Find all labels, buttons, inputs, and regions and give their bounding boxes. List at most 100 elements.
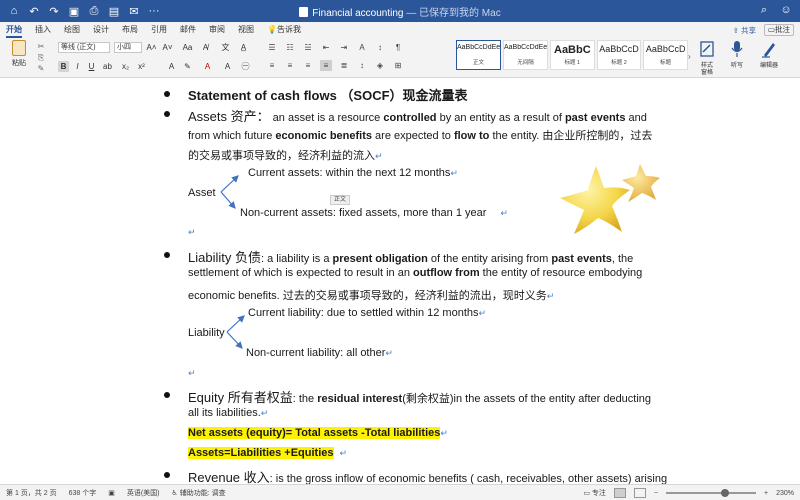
change-case-icon[interactable]: Aa	[182, 42, 193, 53]
paste-button[interactable]: 粘贴	[8, 40, 30, 68]
enclose-characters-icon[interactable]: ㊀	[240, 61, 251, 72]
grow-font-icon[interactable]: A˄	[146, 42, 157, 53]
superscript-button[interactable]: x²	[136, 61, 147, 72]
share-icon: ⇪	[732, 25, 739, 35]
focus-mode[interactable]: ▭ 专注	[583, 488, 606, 498]
chinese-layout-icon[interactable]: A	[356, 42, 368, 53]
highlight-pen-icon[interactable]: ✎	[182, 61, 193, 72]
style-heading-1[interactable]: AaBbC 标题 1	[550, 40, 595, 70]
empty-paragraph: ↵	[188, 368, 196, 378]
character-shading-icon[interactable]: A	[222, 61, 233, 72]
dictate-button[interactable]: 听写	[724, 40, 750, 70]
liability-line-1: Liability 负债: a liability is a present o…	[188, 250, 634, 265]
numbering-icon[interactable]: ☷	[284, 42, 296, 53]
editor-button[interactable]: 编辑器	[756, 40, 782, 70]
tell-me-search[interactable]: 💡告诉我	[267, 22, 301, 38]
search-icon[interactable]: ⌕	[758, 4, 770, 16]
user-icon[interactable]: ☺	[780, 4, 792, 16]
character-border-icon[interactable]: A̲	[238, 42, 249, 53]
comments-button[interactable]: ▭批注	[763, 24, 794, 36]
align-center-icon[interactable]: ≡	[284, 60, 296, 71]
save-icon[interactable]: ▣	[68, 5, 80, 18]
styles-pane-button[interactable]: 样式 窗格	[694, 40, 720, 77]
more-icon[interactable]: ···	[148, 5, 160, 17]
borders-icon[interactable]: ⊞	[392, 60, 404, 71]
increase-indent-icon[interactable]: ⇥	[338, 42, 350, 53]
multilevel-list-icon[interactable]: ☱	[302, 42, 314, 53]
microphone-icon	[731, 41, 743, 57]
text-effects-icon[interactable]: A	[166, 61, 177, 72]
accessibility-status[interactable]: ♿ 辅助功能: 调查	[172, 488, 226, 498]
liability-label: Liability	[188, 327, 225, 339]
bullet	[164, 111, 170, 117]
phonetic-guide-icon[interactable]: 文	[220, 42, 231, 53]
zoom-slider[interactable]	[666, 489, 756, 497]
tab-design[interactable]: 设计	[93, 22, 109, 38]
justify-icon[interactable]: ≡	[320, 60, 332, 71]
tab-draw[interactable]: 绘图	[64, 22, 80, 38]
proofing-icon[interactable]: ▣	[108, 489, 115, 497]
mail-icon[interactable]: ✉	[128, 5, 140, 18]
shading-icon[interactable]: ◈	[374, 60, 386, 71]
style-heading-2[interactable]: AaBbCcD 标题 2	[596, 40, 642, 70]
decrease-indent-icon[interactable]: ⇤	[320, 42, 332, 53]
language[interactable]: 英语(美国)	[127, 488, 160, 498]
document-canvas[interactable]: Statement of cash flows （SOCF）现金流量表 Asse…	[0, 78, 800, 484]
distributed-icon[interactable]: ≣	[338, 60, 350, 71]
font-color-icon[interactable]: A	[202, 61, 213, 72]
current-assets-text: Current assets: within the next 12 month…	[248, 167, 458, 179]
tab-review[interactable]: 审阅	[209, 22, 225, 38]
tab-home[interactable]: 开始	[6, 22, 22, 38]
italic-button[interactable]: I	[72, 61, 83, 72]
tab-view[interactable]: 视图	[238, 22, 254, 38]
styles-more-icon[interactable]: ›	[688, 52, 691, 61]
line-spacing-icon[interactable]: ↕	[356, 60, 368, 71]
word-count[interactable]: 638 个字	[69, 488, 97, 498]
tab-references[interactable]: 引用	[151, 22, 167, 38]
clear-format-icon[interactable]: A̸	[200, 42, 211, 53]
ribbon: 粘贴 ✂ ⎘ ✎ 等线 (正文) 小四 A˄ A˅ Aa A̸ 文 A̲ B I…	[0, 38, 800, 78]
zoom-slider-knob[interactable]	[721, 489, 729, 497]
copy-icon[interactable]: ⎘	[34, 53, 48, 64]
assets-line-2: from which future economic benefits are …	[188, 130, 653, 142]
accounting-equation: Assets=Liabilities +Equities ↵	[188, 447, 348, 459]
style-no-spacing[interactable]: AaBbCcDdEe 无间隔	[503, 40, 548, 70]
underline-button[interactable]: U	[86, 61, 97, 72]
format-painter-icon[interactable]: ✎	[34, 64, 48, 75]
redo-icon[interactable]: ↷	[48, 5, 60, 18]
shrink-font-icon[interactable]: A˅	[162, 42, 173, 53]
liability-line-2: settlement of which is expected to resul…	[188, 267, 643, 279]
cut-icon[interactable]: ✂	[34, 42, 48, 53]
style-title[interactable]: AaBbCcD 标题	[643, 40, 689, 70]
font-name-select[interactable]: 等线 (正文)	[58, 42, 110, 53]
noncurrent-assets-text: Non-current assets: fixed assets, more t…	[240, 207, 508, 219]
strikethrough-button[interactable]: ab	[102, 61, 113, 72]
undo-icon[interactable]: ↶	[28, 5, 40, 18]
zoom-out-icon[interactable]: −	[654, 490, 658, 497]
font-size-select[interactable]: 小四	[114, 42, 142, 53]
asset-label: Asset	[188, 187, 216, 199]
style-normal[interactable]: AaBbCcDdEe 正文	[456, 40, 501, 70]
styles-pane-icon	[700, 41, 714, 57]
tab-layout[interactable]: 布局	[122, 22, 138, 38]
print-layout-view[interactable]	[613, 488, 626, 498]
align-left-icon[interactable]: ≡	[266, 60, 278, 71]
open-folder-icon[interactable]: ▤	[108, 5, 120, 18]
zoom-in-icon[interactable]: +	[764, 490, 768, 497]
star-sticker-icon	[560, 164, 660, 234]
home-icon[interactable]: ⌂	[8, 5, 20, 17]
show-marks-icon[interactable]: ¶	[392, 42, 404, 53]
bold-button[interactable]: B	[58, 61, 69, 72]
share-button[interactable]: ⇪ 共享	[733, 24, 756, 36]
sort-icon[interactable]: ↕	[374, 42, 386, 53]
bullets-icon[interactable]: ☰	[266, 42, 278, 53]
subscript-button[interactable]: x₂	[120, 61, 131, 72]
zoom-level[interactable]: 230%	[776, 490, 794, 497]
revenue-line-1: Revenue 收入: is the gross inflow of econo…	[188, 470, 668, 484]
print-icon[interactable]: ⎙	[88, 5, 100, 17]
tab-mailings[interactable]: 邮件	[180, 22, 196, 38]
web-layout-view[interactable]	[633, 488, 646, 498]
page-count[interactable]: 第 1 页，共 2 页	[6, 488, 57, 498]
align-right-icon[interactable]: ≡	[302, 60, 314, 71]
tab-insert[interactable]: 插入	[35, 22, 51, 38]
